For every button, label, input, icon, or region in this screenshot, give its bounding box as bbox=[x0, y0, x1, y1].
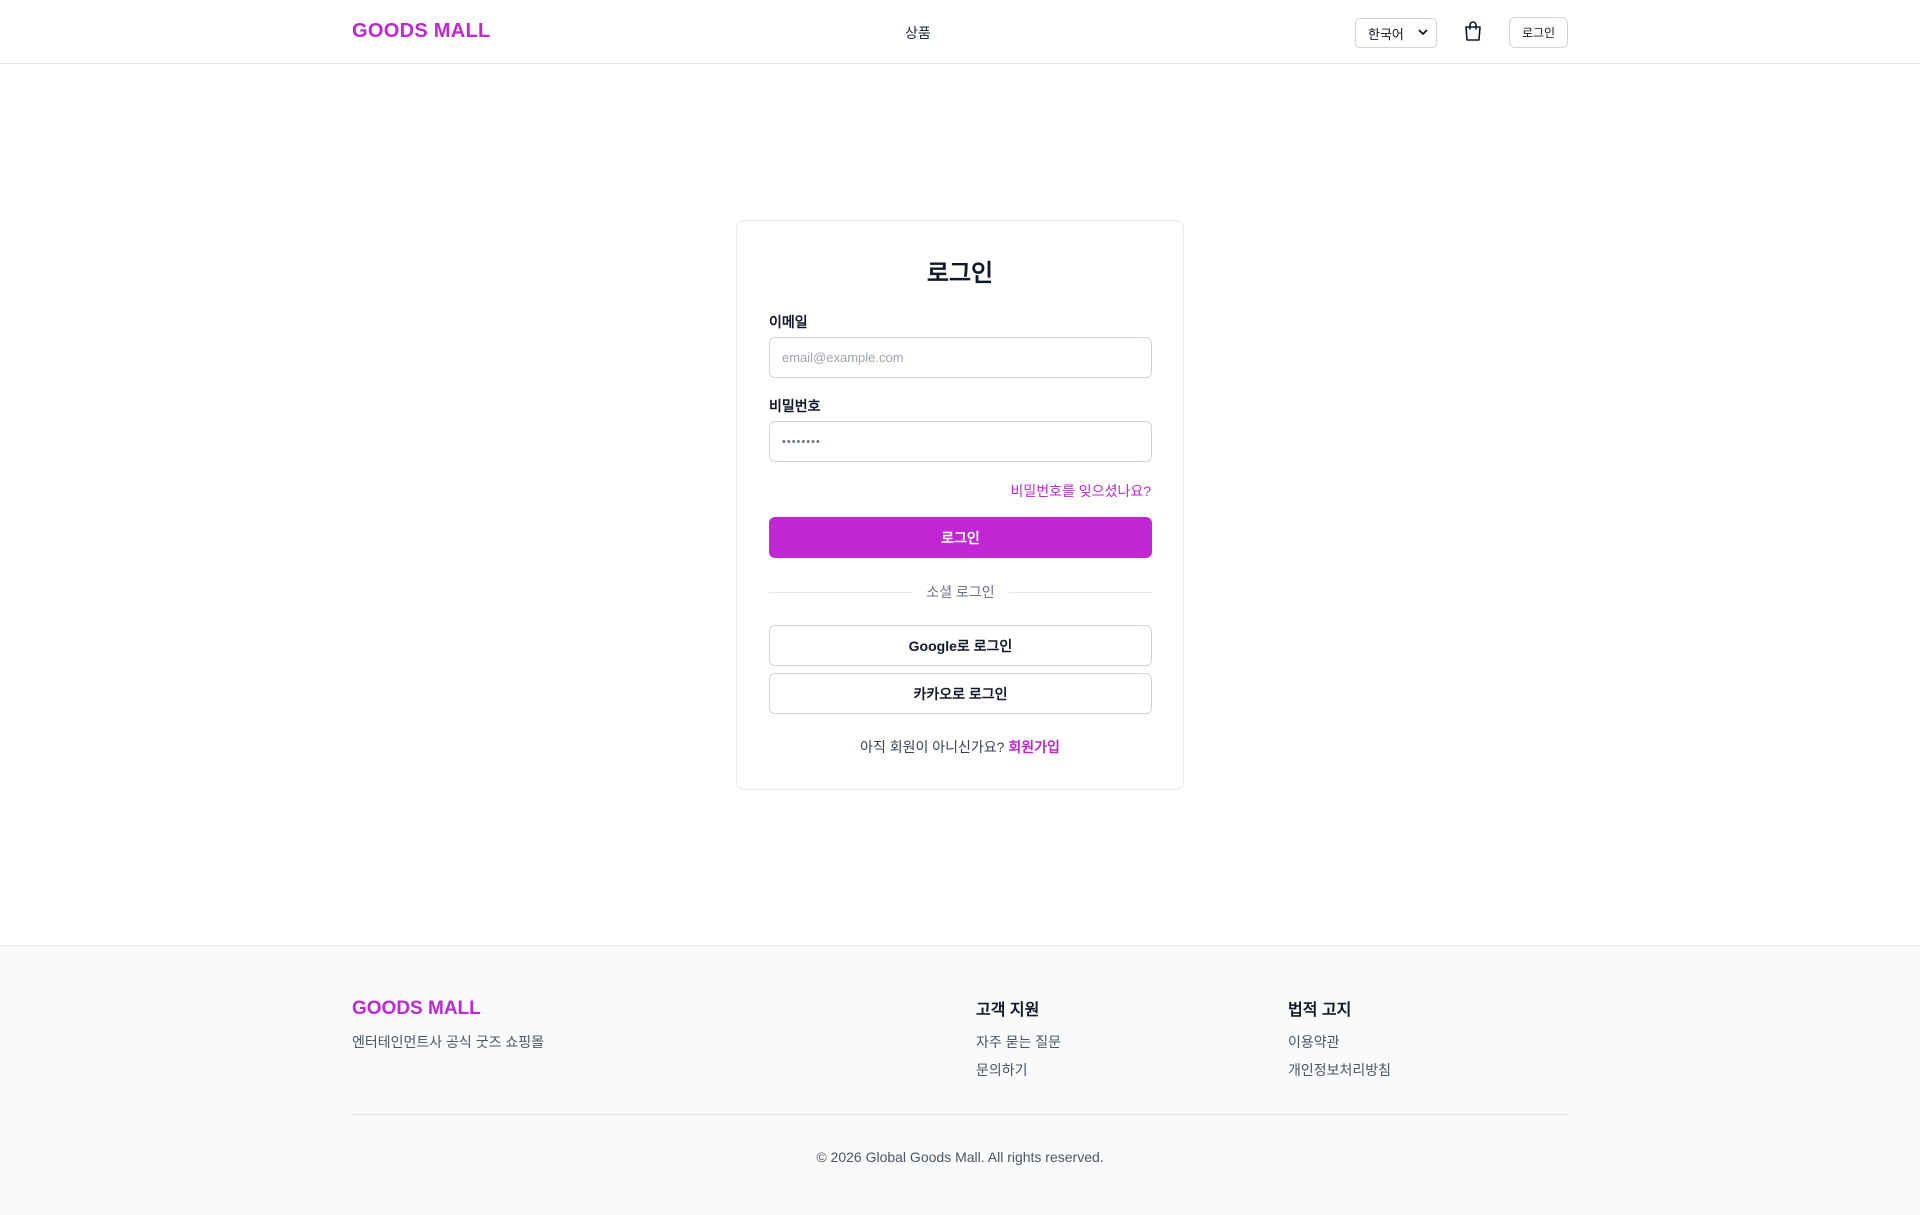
divider-line-left bbox=[769, 591, 913, 593]
language-select[interactable]: 한국어 bbox=[1355, 18, 1437, 48]
chevron-down-icon bbox=[1418, 27, 1428, 39]
header-login-button[interactable]: 로그인 bbox=[1509, 17, 1568, 48]
copyright-text: © 2026 Global Goods Mall. All rights res… bbox=[816, 1149, 1104, 1165]
footer-divider bbox=[352, 1114, 1568, 1115]
footer-legal-heading: 법적 고지 bbox=[1288, 1002, 1352, 1019]
shopping-bag-icon[interactable] bbox=[1463, 20, 1483, 44]
email-field[interactable]: email@example.com bbox=[769, 337, 1152, 378]
password-mask: •••••••• bbox=[782, 435, 821, 448]
footer-logo[interactable]: GOODS MALL bbox=[352, 998, 481, 1020]
footer-support-heading: 고객 지원 bbox=[976, 1002, 1040, 1019]
footer-link-terms[interactable]: 이용약관 bbox=[1288, 1032, 1391, 1060]
divider-line-right bbox=[1008, 591, 1153, 593]
footer-support-column: 고객 지원 자주 묻는 질문 문의하기 bbox=[976, 996, 1061, 1088]
kakao-login-button[interactable]: 카카오로 로그인 bbox=[769, 673, 1152, 714]
nav-products-link[interactable]: 상품 bbox=[905, 23, 931, 43]
google-login-button[interactable]: Google로 로그인 bbox=[769, 625, 1152, 666]
password-label: 비밀번호 bbox=[769, 398, 821, 414]
login-card: 로그인 이메일 email@example.com 비밀번호 •••••••• … bbox=[736, 220, 1184, 790]
site-logo[interactable]: GOODS MALL bbox=[352, 20, 491, 43]
footer-legal-column: 법적 고지 이용약관 개인정보처리방침 bbox=[1288, 996, 1391, 1088]
footer-tagline: 엔터테인먼트사 공식 굿즈 쇼핑몰 bbox=[352, 1034, 544, 1050]
signup-prompt-text: 아직 회원이 아니신가요? bbox=[860, 739, 1005, 755]
site-footer: GOODS MALL 엔터테인먼트사 공식 굿즈 쇼핑몰 고객 지원 자주 묻는… bbox=[0, 945, 1920, 1215]
language-select-value: 한국어 bbox=[1368, 26, 1404, 42]
social-login-divider: 소셜 로그인 bbox=[769, 582, 1153, 602]
password-field[interactable]: •••••••• bbox=[769, 421, 1152, 462]
signup-prompt-row: 아직 회원이 아니신가요? 회원가입 bbox=[737, 737, 1183, 757]
login-title: 로그인 bbox=[926, 260, 994, 287]
social-login-label: 소셜 로그인 bbox=[926, 584, 995, 600]
footer-link-privacy[interactable]: 개인정보처리방침 bbox=[1288, 1060, 1391, 1088]
login-submit-button[interactable]: 로그인 bbox=[769, 517, 1152, 558]
site-header: GOODS MALL 상품 한국어 로그인 bbox=[0, 0, 1920, 64]
email-label: 이메일 bbox=[769, 314, 808, 330]
footer-link-contact[interactable]: 문의하기 bbox=[976, 1060, 1061, 1088]
signup-link[interactable]: 회원가입 bbox=[1008, 739, 1060, 755]
forgot-password-link[interactable]: 비밀번호를 잊으셨나요? bbox=[1011, 481, 1151, 501]
footer-link-faq[interactable]: 자주 묻는 질문 bbox=[976, 1032, 1061, 1060]
email-placeholder: email@example.com bbox=[782, 350, 904, 365]
